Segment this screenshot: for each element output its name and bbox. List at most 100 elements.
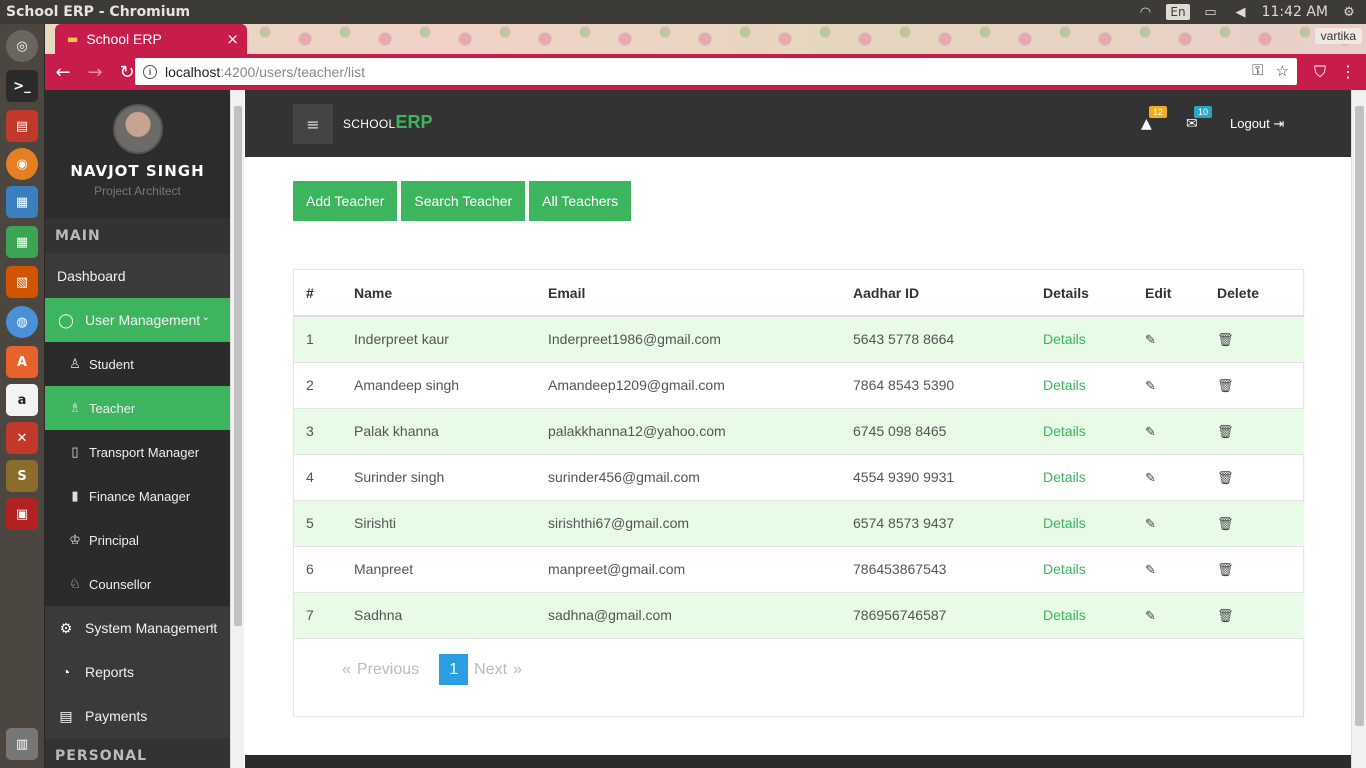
delete-trash-icon[interactable]: 🗑: [1217, 378, 1234, 393]
sidebar-item-teacher[interactable]: ♗ Teacher: [45, 386, 230, 430]
table-row: 4 Surinder singh surinder456@gmail.com 4…: [294, 454, 1304, 501]
sidebar-scroll-thumb[interactable]: [234, 106, 242, 626]
workspace-icon[interactable]: ▣: [6, 498, 38, 530]
impress-icon[interactable]: ▧: [6, 266, 38, 298]
cell-index: 4: [294, 454, 342, 501]
dash-icon[interactable]: ◎: [6, 30, 38, 62]
extension-shield-icon[interactable]: ⛉: [1314, 62, 1326, 82]
sidebar-item-dashboard[interactable]: Dashboard: [45, 254, 230, 298]
delete-trash-icon[interactable]: 🗑: [1217, 332, 1234, 347]
previous-page-link[interactable]: Previous: [357, 661, 419, 679]
bar-chart-icon: ▮: [71, 488, 79, 503]
sidebar-item-student[interactable]: ♙ Student: [45, 342, 230, 386]
details-link[interactable]: Details: [1043, 331, 1086, 347]
sidebar-item-user-management[interactable]: ◯ User Management ⌄: [45, 298, 230, 342]
teacher-table: # Name Email Aadhar ID Details Edit Dele…: [294, 270, 1304, 639]
page-scroll-thumb[interactable]: [1355, 106, 1364, 726]
current-page[interactable]: 1: [439, 654, 469, 685]
details-link[interactable]: Details: [1043, 561, 1086, 577]
table-row: 1 Inderpreet kaur Inderpreet1986@gmail.c…: [294, 316, 1304, 363]
key-icon[interactable]: ⚿: [1252, 62, 1263, 80]
writer-icon[interactable]: ▦: [6, 186, 38, 218]
bookmark-star-icon[interactable]: ☆: [1276, 62, 1289, 80]
details-link[interactable]: Details: [1043, 607, 1086, 623]
delete-trash-icon[interactable]: 🗑: [1217, 516, 1234, 531]
avatar[interactable]: [112, 104, 163, 154]
delete-trash-icon[interactable]: 🗑: [1217, 470, 1234, 485]
edit-pencil-icon[interactable]: ✎: [1145, 516, 1156, 531]
profile-button[interactable]: vartika: [1314, 28, 1362, 44]
calc-icon[interactable]: ▦: [6, 226, 38, 258]
firefox-icon[interactable]: ◉: [6, 148, 38, 180]
delete-trash-icon[interactable]: 🗑: [1217, 608, 1234, 623]
trash-icon[interactable]: ▥: [6, 728, 38, 760]
edit-pencil-icon[interactable]: ✎: [1145, 608, 1156, 623]
mail-icon[interactable]: ✉ 10: [1186, 106, 1213, 132]
next-arrow[interactable]: »: [513, 661, 522, 679]
wifi-icon[interactable]: ◠: [1136, 5, 1154, 20]
sidebar-item-transport-manager[interactable]: ▯ Transport Manager: [45, 430, 230, 474]
all-teachers-button[interactable]: All Teachers: [529, 181, 632, 221]
logout-button[interactable]: Logout ⇥: [1230, 116, 1284, 132]
edit-pencil-icon[interactable]: ✎: [1145, 562, 1156, 577]
notifications-bell-icon[interactable]: ▲ 12: [1141, 106, 1168, 132]
back-icon[interactable]: ←: [49, 58, 77, 86]
amazon-icon[interactable]: a: [6, 384, 38, 416]
tab-title: School ERP: [86, 31, 162, 47]
brand-erp: ERP: [395, 112, 433, 132]
chromium-icon[interactable]: ◍: [6, 306, 38, 338]
search-teacher-button[interactable]: Search Teacher: [401, 181, 526, 221]
settings-gear-icon[interactable]: ⚙: [1340, 5, 1358, 20]
details-link[interactable]: Details: [1043, 377, 1086, 393]
menu-kebab-icon[interactable]: ⋮: [1340, 62, 1356, 82]
files-icon[interactable]: ▤: [6, 110, 38, 142]
terminal-icon[interactable]: >_: [6, 70, 38, 102]
sidebar-item-counsellor[interactable]: ♘ Counsellor: [45, 562, 230, 606]
sidebar-profile: NAVJOT SINGH Project Architect: [45, 90, 230, 218]
volume-icon[interactable]: ◀: [1232, 5, 1250, 20]
battery-icon[interactable]: ▭: [1202, 5, 1220, 20]
action-buttons: Add Teacher Search Teacher All Teachers: [293, 181, 632, 221]
brand-logo[interactable]: SCHOOLERP: [343, 112, 433, 133]
browser-toolbar: ← → ↻ i localhost :4200/users/teacher/li…: [45, 54, 1366, 90]
cell-email: Amandeep1209@gmail.com: [536, 362, 841, 409]
sidebar-item-system-management[interactable]: ⚙ System Management ‹: [45, 606, 230, 650]
sidebar-item-reports[interactable]: ◔ Reports: [45, 650, 230, 694]
page-scrollbar[interactable]: [1351, 90, 1366, 768]
forward-icon[interactable]: →: [81, 58, 109, 86]
edit-pencil-icon[interactable]: ✎: [1145, 424, 1156, 439]
previous-arrow[interactable]: «: [342, 661, 351, 679]
col-header-details: Details: [1031, 270, 1133, 317]
cell-name: Sadhna: [342, 592, 536, 639]
edit-pencil-icon[interactable]: ✎: [1145, 332, 1156, 347]
sidebar-scrollbar[interactable]: [230, 90, 244, 768]
sublime-icon[interactable]: S: [6, 460, 38, 492]
details-link[interactable]: Details: [1043, 469, 1086, 485]
table-row: 6 Manpreet manpreet@gmail.com 7864538675…: [294, 546, 1304, 593]
edit-pencil-icon[interactable]: ✎: [1145, 378, 1156, 393]
address-bar[interactable]: i localhost :4200/users/teacher/list ⚿ ☆: [135, 58, 1297, 85]
hamburger-menu-icon[interactable]: ≡: [293, 104, 333, 144]
details-link[interactable]: Details: [1043, 515, 1086, 531]
sidebar-item-payments[interactable]: ▤ Payments: [45, 694, 230, 738]
sidebar-item-finance-manager[interactable]: ▮ Finance Manager: [45, 474, 230, 518]
user-circle-icon: ◯: [58, 311, 74, 328]
software-center-icon[interactable]: A: [6, 346, 38, 378]
system-settings-icon[interactable]: ✕: [6, 422, 38, 454]
keyboard-language[interactable]: En: [1166, 4, 1190, 20]
tab-close-icon[interactable]: ×: [226, 30, 239, 48]
delete-trash-icon[interactable]: 🗑: [1217, 562, 1234, 577]
site-info-icon[interactable]: i: [143, 64, 157, 79]
sidebar-item-principal[interactable]: ♔ Principal: [45, 518, 230, 562]
cell-index: 7: [294, 592, 342, 639]
details-link[interactable]: Details: [1043, 423, 1086, 439]
add-teacher-button[interactable]: Add Teacher: [293, 181, 398, 221]
clock[interactable]: 11:42 AM: [1262, 4, 1328, 20]
next-page-link[interactable]: Next: [474, 661, 507, 679]
table-row: 3 Palak khanna palakkhanna12@yahoo.com 6…: [294, 408, 1304, 455]
col-header-delete: Delete: [1205, 270, 1304, 317]
edit-pencil-icon[interactable]: ✎: [1145, 470, 1156, 485]
cell-aadhar: 7864 8543 5390: [841, 362, 1031, 409]
delete-trash-icon[interactable]: 🗑: [1217, 424, 1234, 439]
browser-tab[interactable]: ▬ School ERP ×: [55, 24, 247, 54]
